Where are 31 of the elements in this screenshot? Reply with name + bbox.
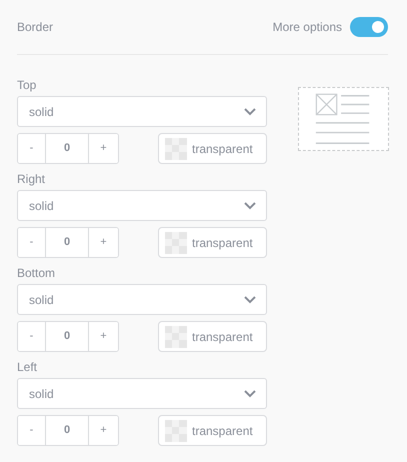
chevron-down-icon: [244, 390, 256, 398]
chevron-down-icon: [244, 202, 256, 210]
side-label: Top: [17, 77, 38, 94]
transparent-swatch-icon: [165, 138, 187, 160]
color-button[interactable]: transparent: [158, 133, 267, 164]
chevron-down-icon: [244, 108, 256, 116]
width-stepper[interactable]: - 0 +: [17, 321, 119, 352]
style-select[interactable]: solid: [17, 284, 267, 315]
transparent-swatch-icon: [165, 326, 187, 348]
color-button[interactable]: transparent: [158, 227, 267, 258]
transparent-swatch-icon: [165, 420, 187, 442]
width-stepper[interactable]: - 0 +: [17, 133, 119, 164]
width-stepper[interactable]: - 0 +: [17, 227, 119, 258]
style-select[interactable]: solid: [17, 96, 267, 127]
color-button[interactable]: transparent: [158, 321, 267, 352]
chevron-down-icon: [244, 296, 256, 304]
section-title: Border: [17, 19, 54, 36]
style-select[interactable]: solid: [17, 190, 267, 221]
toggle-switch[interactable]: [350, 17, 388, 37]
toggle-label: More options: [272, 19, 342, 36]
side-label: Right: [17, 171, 46, 188]
width-stepper[interactable]: - 0 +: [17, 415, 119, 446]
side-label: Left: [17, 359, 38, 376]
width-value[interactable]: 0: [45, 134, 89, 163]
width-value[interactable]: 0: [45, 416, 89, 445]
width-value[interactable]: 0: [45, 228, 89, 257]
style-select[interactable]: solid: [17, 378, 267, 409]
transparent-swatch-icon: [165, 232, 187, 254]
color-button[interactable]: transparent: [158, 415, 267, 446]
width-value[interactable]: 0: [45, 322, 89, 351]
side-label: Bottom: [17, 265, 56, 282]
